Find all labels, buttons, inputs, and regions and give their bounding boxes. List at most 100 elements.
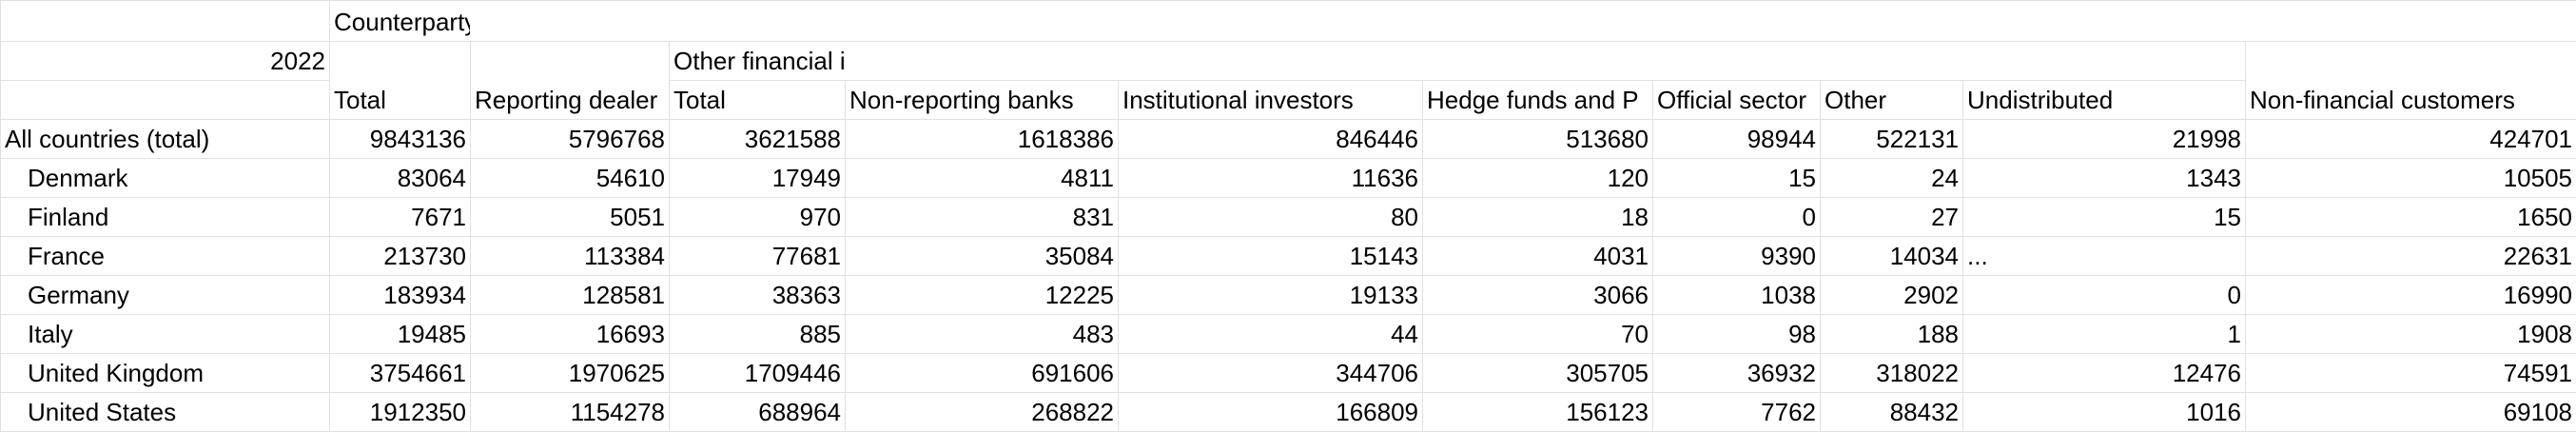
data-cell[interactable]: 54610 (471, 159, 670, 198)
cell-f1[interactable] (1119, 1, 1423, 42)
data-cell[interactable]: ... (1963, 237, 2246, 276)
data-cell[interactable]: 21998 (1963, 120, 2246, 159)
cell-i1[interactable] (1821, 1, 1963, 42)
cell-j1[interactable] (1963, 1, 2246, 42)
data-cell[interactable]: 17949 (670, 159, 846, 198)
data-cell[interactable]: 344706 (1119, 354, 1423, 393)
data-cell[interactable]: 15 (1963, 198, 2246, 237)
counterparty-sector-header[interactable]: Counterparty sector (330, 1, 471, 42)
data-cell[interactable]: 10505 (2246, 159, 2576, 198)
cell-h1[interactable] (1653, 1, 1821, 42)
data-cell[interactable]: 5796768 (471, 120, 670, 159)
data-cell[interactable]: 188 (1821, 315, 1963, 354)
cell-d1[interactable] (670, 1, 846, 42)
data-cell[interactable]: 5051 (471, 198, 670, 237)
data-cell[interactable]: 14034 (1821, 237, 1963, 276)
data-cell[interactable]: 2902 (1821, 276, 1963, 315)
data-cell[interactable]: 128581 (471, 276, 670, 315)
data-cell[interactable]: 36932 (1653, 354, 1821, 393)
column-header[interactable]: Total (330, 81, 471, 120)
column-header[interactable]: Official sector (1653, 81, 1821, 120)
data-cell[interactable]: 16990 (2246, 276, 2576, 315)
data-cell[interactable]: 74591 (2246, 354, 2576, 393)
data-cell[interactable]: 885 (670, 315, 846, 354)
data-cell[interactable]: 1038 (1653, 276, 1821, 315)
data-cell[interactable]: 4031 (1423, 237, 1653, 276)
data-cell[interactable]: 1016 (1963, 393, 2246, 432)
data-cell[interactable]: 970 (670, 198, 846, 237)
data-cell[interactable]: 1908 (2246, 315, 2576, 354)
data-cell[interactable]: 1709446 (670, 354, 846, 393)
data-cell[interactable]: 9843136 (330, 120, 471, 159)
data-cell[interactable]: 19133 (1119, 276, 1423, 315)
cell-k2[interactable] (2246, 42, 2576, 81)
column-header[interactable]: Non-reporting banks (846, 81, 1119, 120)
data-cell[interactable]: 0 (1653, 198, 1821, 237)
column-header[interactable]: Institutional investors (1119, 81, 1423, 120)
data-cell[interactable]: 7762 (1653, 393, 1821, 432)
cell-k1[interactable] (2246, 1, 2576, 42)
data-cell[interactable]: 1970625 (471, 354, 670, 393)
row-label[interactable]: Germany (1, 276, 330, 315)
data-cell[interactable]: 1618386 (846, 120, 1119, 159)
data-cell[interactable]: 522131 (1821, 120, 1963, 159)
data-cell[interactable]: 35084 (846, 237, 1119, 276)
data-cell[interactable]: 9390 (1653, 237, 1821, 276)
data-cell[interactable]: 483 (846, 315, 1119, 354)
data-cell[interactable]: 113384 (471, 237, 670, 276)
cell-e1[interactable] (846, 1, 1119, 42)
data-cell[interactable]: 11636 (1119, 159, 1423, 198)
data-cell[interactable]: 22631 (2246, 237, 2576, 276)
data-cell[interactable]: 1650 (2246, 198, 2576, 237)
data-cell[interactable]: 27 (1821, 198, 1963, 237)
cell-h2[interactable] (1653, 42, 1821, 81)
data-cell[interactable]: 120 (1423, 159, 1653, 198)
data-cell[interactable]: 1912350 (330, 393, 471, 432)
data-cell[interactable]: 4811 (846, 159, 1119, 198)
data-cell[interactable]: 1343 (1963, 159, 2246, 198)
year-cell[interactable]: 2022 (1, 42, 330, 81)
data-cell[interactable]: 15143 (1119, 237, 1423, 276)
data-cell[interactable]: 83064 (330, 159, 471, 198)
column-header[interactable]: Other (1821, 81, 1963, 120)
data-cell[interactable]: 691606 (846, 354, 1119, 393)
row-label[interactable]: United Kingdom (1, 354, 330, 393)
cell-g2[interactable] (1423, 42, 1653, 81)
data-cell[interactable]: 305705 (1423, 354, 1653, 393)
cell-f2[interactable] (1119, 42, 1423, 81)
data-cell[interactable]: 38363 (670, 276, 846, 315)
data-cell[interactable]: 98944 (1653, 120, 1821, 159)
data-cell[interactable]: 1154278 (471, 393, 670, 432)
data-cell[interactable]: 80 (1119, 198, 1423, 237)
data-cell[interactable]: 18 (1423, 198, 1653, 237)
cell-c1[interactable] (471, 1, 670, 42)
cell-a3[interactable] (1, 81, 330, 120)
data-cell[interactable]: 268822 (846, 393, 1119, 432)
column-header[interactable]: Undistributed (1963, 81, 2246, 120)
cell-e2[interactable] (846, 42, 1119, 81)
row-label[interactable]: United States (1, 393, 330, 432)
column-header[interactable]: Hedge funds and P (1423, 81, 1653, 120)
data-cell[interactable]: 3066 (1423, 276, 1653, 315)
cell-b2[interactable] (330, 42, 471, 81)
other-financial-institutions-header[interactable]: Other financial institutions (670, 42, 846, 81)
row-label[interactable]: Denmark (1, 159, 330, 198)
cell-i2[interactable] (1821, 42, 1963, 81)
column-header[interactable]: Non-financial customers (2246, 81, 2576, 120)
data-cell[interactable]: 98 (1653, 315, 1821, 354)
data-cell[interactable]: 12476 (1963, 354, 2246, 393)
data-cell[interactable]: 70 (1423, 315, 1653, 354)
data-cell[interactable]: 688964 (670, 393, 846, 432)
data-cell[interactable]: 183934 (330, 276, 471, 315)
data-cell[interactable]: 1 (1963, 315, 2246, 354)
data-cell[interactable]: 156123 (1423, 393, 1653, 432)
data-cell[interactable]: 16693 (471, 315, 670, 354)
data-cell[interactable]: 7671 (330, 198, 471, 237)
column-header[interactable]: Total (670, 81, 846, 120)
row-label[interactable]: France (1, 237, 330, 276)
data-cell[interactable]: 3621588 (670, 120, 846, 159)
data-cell[interactable]: 831 (846, 198, 1119, 237)
data-cell[interactable]: 0 (1963, 276, 2246, 315)
cell-a1[interactable] (1, 1, 330, 42)
data-cell[interactable]: 44 (1119, 315, 1423, 354)
